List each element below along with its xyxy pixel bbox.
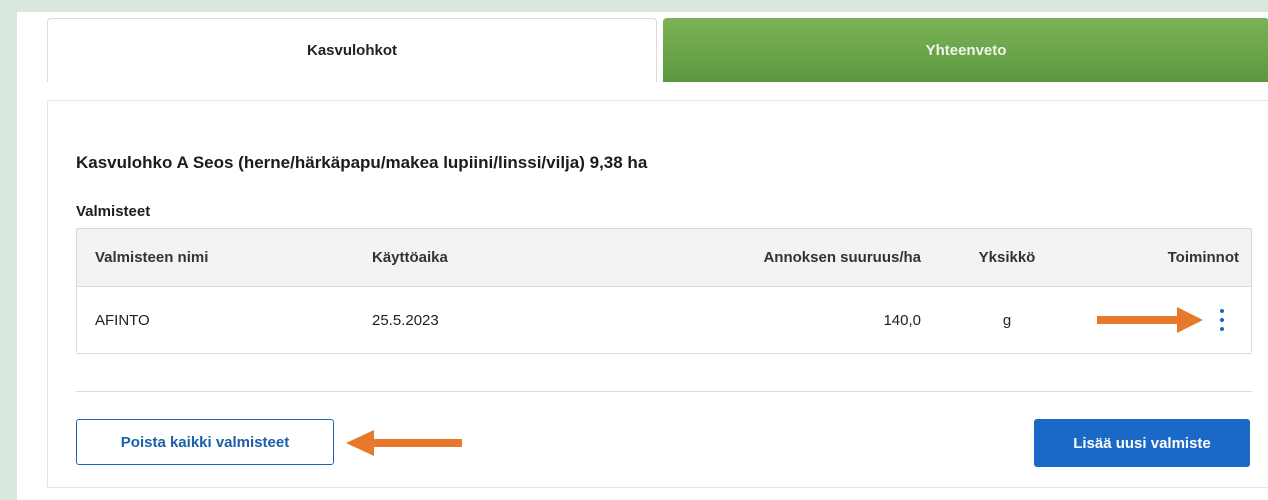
field-block-card: Kasvulohko A Seos (herne/härkäpapu/makea… — [47, 100, 1268, 488]
table-header: Valmisteen nimi Käyttöaika Annoksen suur… — [77, 229, 1251, 287]
tab-kasvulohkot[interactable]: Kasvulohkot — [47, 18, 657, 82]
tab-label: Yhteenveto — [925, 41, 1007, 59]
kebab-menu-icon[interactable] — [1217, 309, 1227, 331]
divider — [76, 391, 1252, 392]
cell-name: AFINTO — [95, 311, 150, 329]
header-time: Käyttöaika — [372, 249, 448, 266]
app-frame: Kasvulohkot Yhteenveto Kasvulohko A Seos… — [16, 12, 1268, 500]
header-dose: Annoksen suuruus/ha — [763, 249, 921, 266]
cell-unit: g — [1002, 311, 1012, 329]
header-actions: Toiminnot — [1167, 249, 1239, 266]
table-row: AFINTO 25.5.2023 140,0 g — [77, 287, 1251, 353]
remove-all-button[interactable]: Poista kaikki valmisteet — [76, 419, 334, 465]
header-unit: Yksikkö — [978, 249, 1036, 266]
header-name: Valmisteen nimi — [95, 249, 209, 266]
arrow-right-icon — [1097, 307, 1203, 333]
card-title: Kasvulohko A Seos (herne/härkäpapu/makea… — [76, 153, 648, 172]
cell-time: 25.5.2023 — [372, 311, 439, 329]
cell-dose: 140,0 — [883, 311, 921, 329]
add-new-product-button[interactable]: Lisää uusi valmiste — [1034, 419, 1250, 467]
tab-yhteenveto[interactable]: Yhteenveto — [663, 18, 1268, 82]
tab-bar: Kasvulohkot Yhteenveto — [47, 18, 1268, 82]
tab-label: Kasvulohkot — [306, 42, 397, 59]
section-label: Valmisteet — [76, 203, 151, 220]
products-table: Valmisteen nimi Käyttöaika Annoksen suur… — [76, 228, 1252, 354]
arrow-left-icon — [346, 430, 462, 456]
